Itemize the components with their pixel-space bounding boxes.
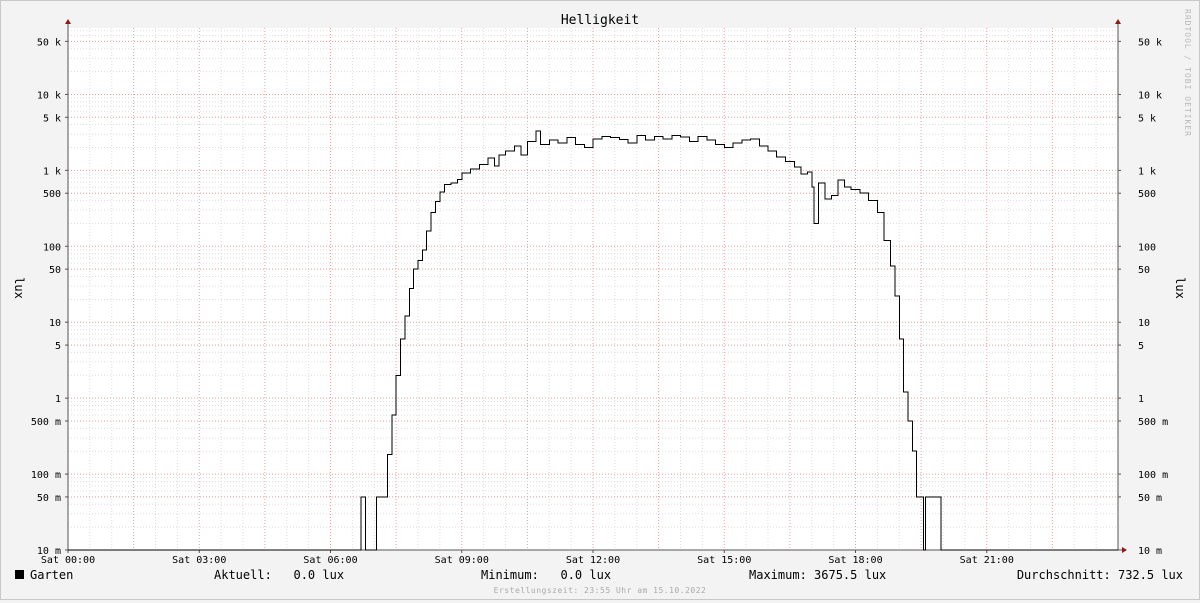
y-tick-label-right: 10 k <box>1138 90 1162 101</box>
y-tick-label-right: 5 <box>1138 341 1144 352</box>
y-axis-arrow-left <box>65 19 71 24</box>
legend-swatch-garten <box>15 570 24 579</box>
legend-average: Durchschnitt: 732.5 lux <box>1017 568 1183 582</box>
y-tick-label-right: 100 m <box>1138 470 1168 481</box>
y-tick-label-left: 500 <box>43 189 61 200</box>
legend-maximum: Maximum: 3675.5 lux <box>749 568 886 582</box>
y-tick-label-right: 10 m <box>1138 546 1162 557</box>
y-tick-label-left: 50 <box>49 265 61 276</box>
x-tick-label: Sat 09:00 <box>435 555 489 566</box>
y-tick-label-right: 10 <box>1138 318 1150 329</box>
x-axis-arrow <box>1122 547 1127 553</box>
grid <box>67 28 1119 551</box>
y-tick-label-left: 100 m <box>31 470 61 481</box>
y-tick-label-right: 50 <box>1138 265 1150 276</box>
y-tick-label-left: 50 m <box>37 493 61 504</box>
legend-series-name: Garten <box>30 568 73 582</box>
legend-minimum: Minimum: 0.0 lux <box>481 568 611 582</box>
x-tick-label: Sat 03:00 <box>172 555 226 566</box>
y-axis-label-right: lux <box>1173 277 1187 299</box>
y-tick-label-left: 5 k <box>43 113 61 124</box>
chart-frame: Sat 00:00 Sat 03:00 Sat 06:00 Sat 09:00 Sat … <box>0 0 1200 600</box>
y-tick-label-left: 500 m <box>31 417 61 428</box>
y-tick-label-left: 1 k <box>43 166 61 177</box>
y-tick-label-right: 1 k <box>1138 166 1156 177</box>
y-tick-label-left: 100 <box>43 242 61 253</box>
y-tick-label-left: 1 <box>55 394 61 405</box>
y-tick-label-right: 1 <box>1138 394 1144 405</box>
legend-current: Aktuell: 0.0 lux <box>214 568 344 582</box>
x-tick-label: Sat 21:00 <box>960 555 1014 566</box>
creation-time-footer: Erstellungszeit: 23:55 Uhr am 15.10.2022 <box>494 586 707 595</box>
brightness-chart: Sat 00:00 Sat 03:00 Sat 06:00 Sat 09:00 Sat … <box>12 9 1192 595</box>
y-axis-label-left: lux <box>12 277 26 299</box>
y-tick-label-left: 10 <box>49 318 61 329</box>
x-tick-label: Sat 15:00 <box>697 555 751 566</box>
y-tick-label-right: 500 m <box>1138 417 1168 428</box>
y-tick-label-left: 50 k <box>37 37 61 48</box>
y-tick-label-right: 100 <box>1138 242 1156 253</box>
y-tick-label-right: 50 k <box>1138 37 1162 48</box>
y-axis-arrow-right <box>1115 19 1121 24</box>
rrdtool-watermark: RRDTOOL / TOBI OETIKER <box>1183 9 1192 137</box>
y-tick-label-left: 10 k <box>37 90 61 101</box>
y-tick-label-right: 500 <box>1138 189 1156 200</box>
x-tick-label: Sat 18:00 <box>828 555 882 566</box>
chart-title: Helligkeit <box>561 13 639 28</box>
y-tick-label-left: 10 m <box>37 546 61 557</box>
x-tick-label: Sat 12:00 <box>566 555 620 566</box>
y-tick-label-right: 5 k <box>1138 113 1156 124</box>
y-tick-label-left: 5 <box>55 341 61 352</box>
y-tick-label-right: 50 m <box>1138 493 1162 504</box>
x-tick-label: Sat 06:00 <box>303 555 357 566</box>
